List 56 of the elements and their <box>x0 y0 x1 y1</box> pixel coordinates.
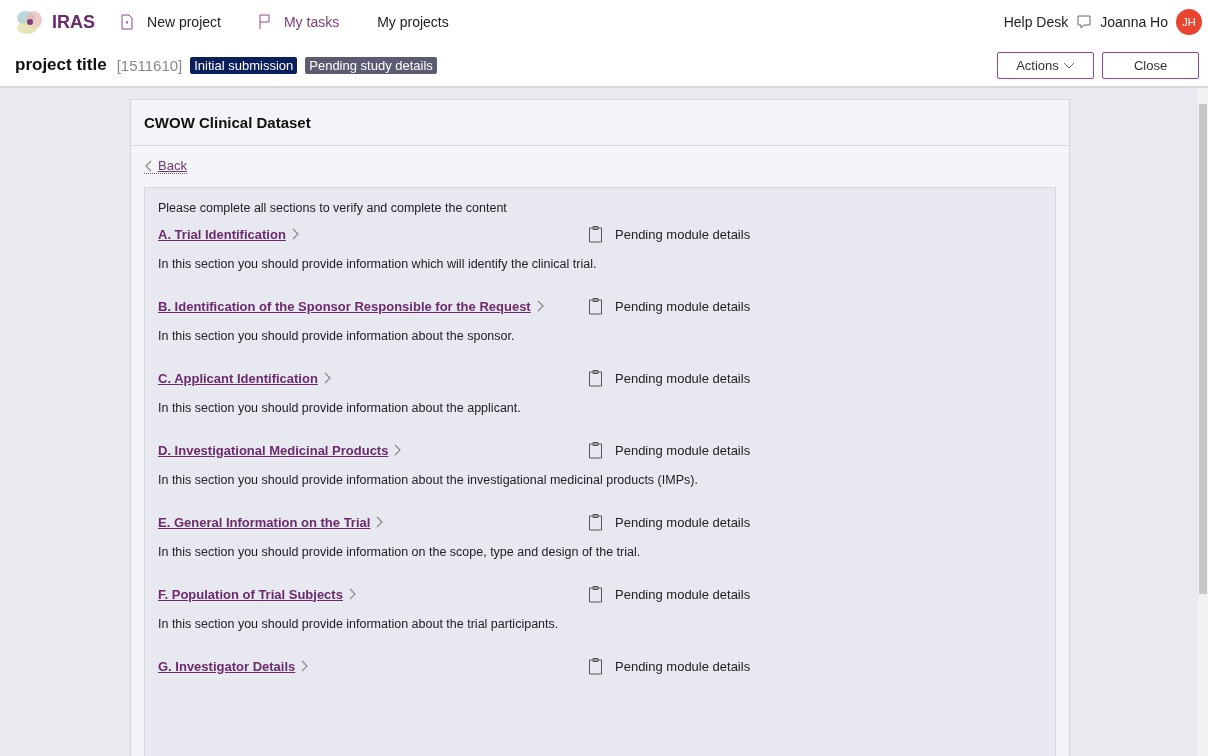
chevron-right-icon <box>301 660 310 672</box>
project-title: project title <box>15 55 107 75</box>
intro-text: Please complete all sections to verify and complete the content <box>158 201 508 215</box>
clipboard-icon <box>588 513 603 531</box>
module-status: Pending module details <box>615 370 751 386</box>
user-avatar[interactable]: JH <box>1176 9 1202 35</box>
section-description: In this section you should provide information about the sponsor. <box>158 329 516 343</box>
section-description: In this section you should provide information about the trial participants. <box>158 617 560 631</box>
clipboard-icon <box>588 441 603 459</box>
module-status: Pending module details <box>615 226 751 242</box>
module-status: Pending module details <box>615 658 751 674</box>
chat-icon <box>1076 14 1093 30</box>
status-badge: Pending study details <box>305 56 437 74</box>
chevron-right-icon <box>291 228 300 240</box>
clipboard-icon <box>588 369 603 387</box>
project-id: [1511610] <box>116 56 183 74</box>
clipboard-icon <box>588 225 603 243</box>
section-link[interactable]: B. Identification of the Sponsor Responsible for the Request <box>158 298 588 314</box>
nav-link[interactable]: New project <box>121 14 221 30</box>
actions-button[interactable]: Actions <box>997 51 1094 79</box>
nav-link[interactable]: My projects <box>377 14 449 30</box>
section-link[interactable]: C. Applicant Identification <box>158 370 588 386</box>
close-button[interactable]: Close <box>1102 51 1199 79</box>
module-status: Pending module details <box>615 586 751 602</box>
clipboard-icon <box>588 657 603 675</box>
chevron-right-icon <box>348 588 357 600</box>
card-title: CWOW Clinical Dataset <box>131 100 1069 146</box>
flag-icon <box>258 14 270 30</box>
help-desk-link[interactable]: Help Desk <box>1003 14 1069 30</box>
module-status: Pending module details <box>615 514 751 530</box>
module-status: Pending module details <box>615 442 751 458</box>
section-link[interactable]: E. General Information on the Trial <box>158 514 588 530</box>
chevron-right-icon <box>323 372 332 384</box>
caret-icon <box>1062 61 1075 69</box>
chevron-right-icon <box>376 516 385 528</box>
scrollbar[interactable] <box>1198 88 1208 756</box>
module-status: Pending module details <box>615 298 751 314</box>
chevron-right-icon <box>536 300 545 312</box>
section-description: In this section you should provide information about the applicant. <box>158 401 522 415</box>
section-description: In this section you should provide information about the investigational medicinal products (IMPs). <box>158 473 699 487</box>
status-badge: Initial submission <box>190 56 298 74</box>
section-description: In this section you should provide information on the scope, type and design of the trial. <box>158 545 642 559</box>
user-name: Joanna Ho <box>1100 14 1168 30</box>
clipboard-icon <box>588 585 603 603</box>
section-link[interactable]: A. Trial Identification <box>158 226 588 242</box>
new-file-icon <box>121 14 133 30</box>
nav-link[interactable]: My tasks <box>258 14 340 30</box>
clipboard-icon <box>588 297 603 315</box>
section-link[interactable]: F. Population of Trial Subjects <box>158 586 588 602</box>
section-link[interactable]: G. Investigator Details <box>158 658 588 674</box>
section-description: In this section you should provide information which will identify the clinical trial. <box>158 257 598 271</box>
section-link[interactable]: D. Investigational Medicinal Products <box>158 442 588 458</box>
brand-name: IRAS <box>52 11 95 33</box>
back-link[interactable]: Back <box>144 158 187 174</box>
chevron-left-icon <box>144 159 152 172</box>
chevron-right-icon <box>394 444 403 456</box>
